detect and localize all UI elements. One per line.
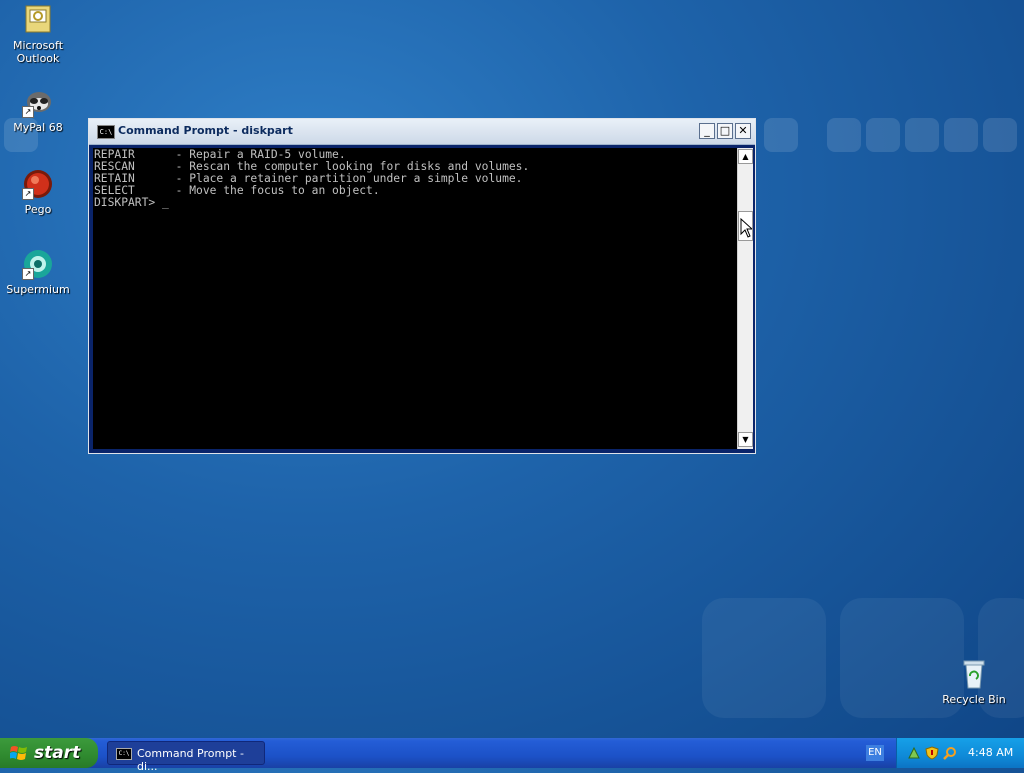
supermium-icon: ↗ xyxy=(22,248,54,280)
search-icon[interactable] xyxy=(943,746,957,760)
window-titlebar[interactable]: C:\ Command Prompt - diskpart _ □ ✕ xyxy=(89,119,755,145)
desktop-icon-label: Pego xyxy=(24,203,52,216)
start-button[interactable]: start xyxy=(0,738,98,768)
background-tile xyxy=(944,118,978,152)
desktop-icon-pego[interactable]: ↗ Pego xyxy=(0,168,76,216)
shortcut-arrow-icon: ↗ xyxy=(22,188,34,200)
start-label: start xyxy=(34,743,81,763)
taskbar-item-command-prompt[interactable]: C:\ Command Prompt - di... xyxy=(107,741,265,773)
window-title: Command Prompt - diskpart xyxy=(118,124,293,137)
console-output[interactable]: REPAIR - Repair a RAID-5 volume. RESCAN -… xyxy=(93,148,737,449)
maximize-button[interactable]: □ xyxy=(717,123,733,139)
console-line: SELECT - Move the focus to an object. xyxy=(94,184,380,197)
scroll-up-button[interactable]: ▲ xyxy=(738,149,753,164)
recycle-bin-icon xyxy=(958,658,990,690)
background-tile xyxy=(702,598,826,718)
clock[interactable]: 4:48 AM xyxy=(968,746,1013,759)
console-app-icon: C:\ xyxy=(116,748,132,760)
desktop-icon-mypal[interactable]: ↗ MyPal 68 xyxy=(0,86,76,134)
security-shield-icon[interactable] xyxy=(925,746,939,760)
desktop-icon-label: Microsoft xyxy=(12,39,64,52)
taskbar: start C:\ Command Prompt - di... EN 4:48… xyxy=(0,738,1024,773)
language-indicator[interactable]: EN xyxy=(866,745,884,761)
system-tray: 4:48 AM xyxy=(896,738,1024,768)
vertical-scrollbar[interactable]: ▲ ▼ xyxy=(737,148,753,449)
command-prompt-window[interactable]: C:\ Command Prompt - diskpart _ □ ✕ REPA… xyxy=(88,118,756,454)
console-app-icon[interactable]: C:\ xyxy=(97,125,115,139)
raccoon-icon: ↗ xyxy=(22,86,54,118)
scroll-down-button[interactable]: ▼ xyxy=(738,432,753,447)
windows-logo-icon xyxy=(10,746,27,760)
background-tile xyxy=(866,118,900,152)
mouse-cursor-icon xyxy=(740,218,752,238)
close-button[interactable]: ✕ xyxy=(735,123,751,139)
desktop-icon-label: Supermium xyxy=(6,283,70,296)
desktop-icon-label: Recycle Bin xyxy=(942,693,1006,706)
background-tile xyxy=(764,118,798,152)
shortcut-arrow-icon: ↗ xyxy=(22,268,34,280)
background-tile xyxy=(983,118,1017,152)
desktop-icon-supermium[interactable]: ↗ Supermium xyxy=(0,248,76,296)
desktop-icon-label: Outlook xyxy=(16,52,60,65)
background-tile xyxy=(905,118,939,152)
shortcut-arrow-icon: ↗ xyxy=(22,106,34,118)
desktop-icon-microsoft-outlook[interactable]: Microsoft Outlook xyxy=(0,4,76,65)
background-tile xyxy=(827,118,861,152)
taskbar-item-label: Command Prompt - di... xyxy=(137,747,244,773)
outlook-icon xyxy=(22,4,54,36)
desktop-icon-recycle-bin[interactable]: Recycle Bin xyxy=(936,658,1012,706)
desktop-icon-label: MyPal 68 xyxy=(13,121,63,134)
pego-icon: ↗ xyxy=(22,168,54,200)
minimize-button[interactable]: _ xyxy=(699,123,715,139)
network-icon[interactable] xyxy=(907,746,921,760)
console-prompt-line: DISKPART> _ xyxy=(94,196,169,209)
